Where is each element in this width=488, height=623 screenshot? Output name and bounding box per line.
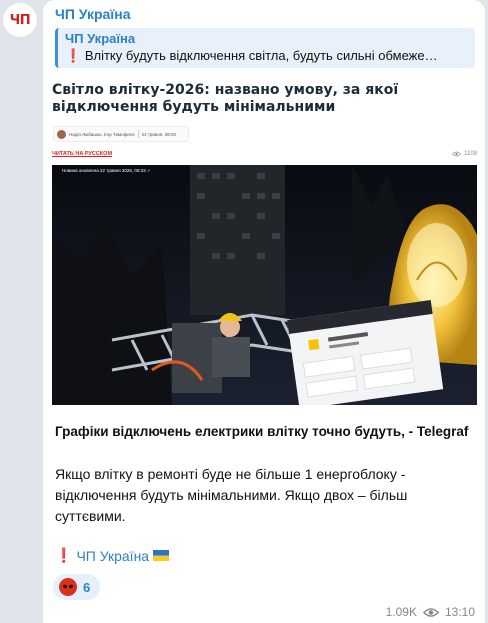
article-views-count: 1109 [464,151,477,157]
reply-title: ЧП Україна [65,31,136,46]
footer-channel-name: ЧП Україна [76,547,150,564]
article-byline: Надія Любашко, Ігор Тимофеєв 22 травня, … [53,126,189,142]
photo-caption: Новина оновлена 22 травня 2026, 08:33 ✓ [62,168,151,174]
reaction-button[interactable]: 6 [53,574,101,600]
message-meta: 1.09K 13:10 [386,605,475,619]
author-avatar [57,129,66,139]
message-body: Якщо влітку в ремонті буде не більше 1 е… [55,466,408,524]
view-count: 1.09K [385,605,417,619]
message-time: 13:10 [444,605,475,619]
channel-avatar[interactable]: ЧП [2,2,38,38]
reply-text: Влітку будуть відключення світла, будуть… [84,48,438,63]
read-in-russian-link[interactable]: ЧИТАТЬ НА РУССКОМ [52,151,112,157]
angry-face-icon [59,578,77,596]
byline-authors: Надія Любашко, Ігор Тимофеєв [69,131,135,137]
article-title: Світло влітку-2026: названо умову, за як… [52,82,399,115]
check-icon: ✓ [146,168,151,173]
reaction-count: 6 [83,579,91,595]
reply-quote[interactable]: ЧП Україна ❗ Влітку будуть відключення с… [55,28,475,68]
message-footer[interactable]: ❗ ЧП Україна [55,547,170,564]
article-photo[interactable]: Новина оновлена 22 травня 2026, 08:33 ✓ [52,165,477,405]
eye-icon [422,607,439,617]
message-bubble: ЧП Україна ЧП Україна ❗ Влітку будуть ві… [43,0,485,623]
exclamation-icon: ❗ [65,48,82,63]
ukraine-flag-icon [153,550,170,561]
avatar-text: ЧП [9,12,31,28]
link-preview[interactable]: Світло влітку-2026: названо умову, за як… [49,76,481,410]
reply-text-line: ❗ Влітку будуть відключення світла, буду… [65,47,468,65]
photo-caption-text: Новина оновлена 22 травня 2026, 08:33 [62,168,146,173]
message-headline: Графіки відключень електрики влітку точн… [55,424,469,439]
photo-illustration [52,165,477,405]
byline-divider [137,130,139,138]
eye-icon [452,151,462,157]
article-views: 1109 [452,151,477,157]
byline-date: 22 травня, 08:00 [141,131,177,137]
exclamation-icon: ❗ [55,547,73,563]
channel-name[interactable]: ЧП Україна [55,6,131,22]
